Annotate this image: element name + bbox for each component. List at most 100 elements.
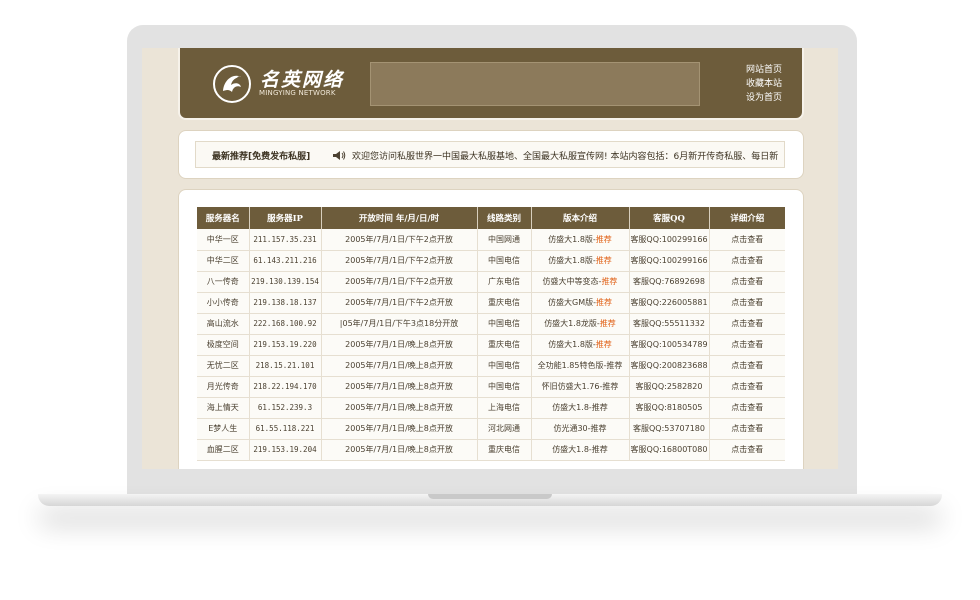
service-qq-cell: 客服QQ:100534789 [629, 334, 710, 356]
version-text: 仿盛大1.8龙版- [544, 319, 600, 328]
detail-link-cell[interactable]: 点击查看 [709, 271, 785, 293]
table-row: 中华二区 61.143.211.216 2005年/7月/1日/下午2点开放 中国电信… [197, 250, 785, 272]
detail-link-cell[interactable]: 点击查看 [709, 334, 785, 356]
line-type-cell: 中国电信 [477, 313, 532, 335]
detail-link-cell[interactable]: 点击查看 [709, 355, 785, 377]
server-name-cell: 中华二区 [197, 250, 250, 272]
recommend-tag: 推荐 [596, 298, 612, 307]
col-header-name: 服务器名 [197, 207, 250, 229]
version-text: 仿盛大1.8版- [548, 256, 596, 265]
detail-link-cell[interactable]: 点击查看 [709, 418, 785, 440]
server-name-cell: 极度空间 [197, 334, 250, 356]
version-cell: 仿盛大1.8-推荐 [531, 439, 630, 461]
server-name-cell: 高山流水 [197, 313, 250, 335]
open-time-cell: 2005年/7月/1日/下午2点开放 [321, 229, 478, 251]
version-text: 仿光通30-推荐 [553, 424, 607, 433]
line-type-cell: 中国网通 [477, 229, 532, 251]
server-name-cell: 八一传奇 [197, 271, 250, 293]
server-ip-cell: 61.143.211.216 [249, 250, 322, 272]
open-time-cell: 2005年/7月/1日/晚上8点开放 [321, 418, 478, 440]
version-cell: 仿盛大中等变态-推荐 [531, 271, 630, 293]
open-time-cell: 2005年/7月/1日/晚上8点开放 [321, 439, 478, 461]
phoenix-logo-icon [213, 65, 251, 103]
recommend-tag: 推荐 [595, 256, 612, 265]
site-header: 名英网络 MINGYING NETWORK 网站首页 收藏本站 设为首页 [178, 48, 804, 120]
notice-marquee-text: 欢迎您访问私服世界一中国最大私服基地、全国最大私服宣传网! 本站内容包括：6月新… [352, 152, 779, 162]
line-type-cell: 重庆电信 [477, 334, 532, 356]
service-qq-cell: 客服QQ:55511332 [629, 313, 710, 335]
col-header-detail: 详细介绍 [709, 207, 785, 229]
server-list-panel: 服务器名 服务器IP 开放时间 年/月/日/时 线路类别 版本介绍 客服QQ 详… [178, 189, 804, 469]
col-header-ip: 服务器IP [249, 207, 322, 229]
recommend-tag: 推荐 [601, 277, 618, 286]
set-homepage-link[interactable]: 设为首页 [746, 91, 782, 105]
open-time-cell: 2005年/7月/1日/下午2点开放 [321, 271, 478, 293]
service-qq-cell: 客服QQ:53707180 [629, 418, 710, 440]
table-row: 月光传奇 218.22.194.170 2005年/7月/1日/晚上8点开放 中国电信… [197, 376, 785, 398]
home-link[interactable]: 网站首页 [746, 63, 782, 77]
notice-panel: 最新推荐[免费发布私服] 欢迎您访问私服世界一中国最大私服基地、全国最大私服宣传… [178, 130, 804, 179]
table-row: 八一传奇 219.130.139.154 2005年/7月/1日/下午2点开放 广东电… [197, 271, 785, 293]
line-type-cell: 中国电信 [477, 355, 532, 377]
detail-link-cell[interactable]: 点击查看 [709, 229, 785, 251]
version-text: 仿盛大GM版- [548, 298, 596, 307]
service-qq-cell: 客服QQ:226005881 [629, 292, 710, 314]
server-ip-cell: 219.130.139.154 [249, 271, 322, 293]
server-name-cell: 海上情天 [197, 397, 250, 419]
screen: 名英网络 MINGYING NETWORK 网站首页 收藏本站 设为首页 最新推… [142, 48, 838, 469]
server-name-cell: 月光传奇 [197, 376, 250, 398]
server-ip-cell: 222.168.100.92 [249, 313, 322, 335]
open-time-cell: 2005年/7月/1日/下午2点开放 [321, 292, 478, 314]
server-name-cell: E梦人生 [197, 418, 250, 440]
detail-link-cell[interactable]: 点击查看 [709, 313, 785, 335]
col-header-qq: 客服QQ [629, 207, 710, 229]
open-time-cell: 2005年/7月/1日/晚上8点开放 [321, 355, 478, 377]
server-ip-cell: 218.22.194.170 [249, 376, 322, 398]
table-row: 无忧二区 218.15.21.101 2005年/7月/1日/晚上8点开放 中国电信全… [197, 355, 785, 377]
version-text: 仿盛大1.8版- [548, 234, 596, 244]
line-type-cell: 河北网通 [477, 418, 532, 440]
version-text: 怀旧仿盛大1.76-推荐 [541, 382, 619, 391]
service-qq-cell: 客服QQ:2582820 [629, 376, 710, 398]
table-row: 血腥二区 219.153.19.204 2005年/7月/1日/晚上8点开放 重庆电信… [197, 439, 785, 461]
notice-title[interactable]: 最新推荐[免费发布私服] [212, 149, 310, 162]
detail-link-cell[interactable]: 点击查看 [709, 250, 785, 272]
detail-link-cell[interactable]: 点击查看 [709, 292, 785, 314]
line-type-cell: 上海电信 [477, 397, 532, 419]
version-cell: 怀旧仿盛大1.76-推荐 [531, 376, 630, 398]
version-cell: 仿盛大1.8版-推荐 [531, 229, 630, 251]
service-qq-cell: 客服QQ:76892698 [629, 271, 710, 293]
service-qq-cell: 客服QQ:8180505 [629, 397, 710, 419]
speaker-icon [333, 151, 346, 160]
version-text: 全功能1.85特色版-推荐 [537, 361, 623, 370]
service-qq-cell: 客服QQ:100299166 [629, 250, 710, 272]
table-header-row: 服务器名 服务器IP 开放时间 年/月/日/时 线路类别 版本介绍 客服QQ 详… [197, 207, 785, 229]
col-header-time: 开放时间 年/月/日/时 [321, 207, 478, 229]
line-type-cell: 中国电信 [477, 376, 532, 398]
server-table-body: 中华一区 211.157.35.231 2005年/7月/1日/下午2点开放 中国网通… [197, 229, 785, 461]
brand-subtitle: MINGYING NETWORK [259, 89, 336, 97]
version-cell: 仿盛大1.8版-推荐 [531, 334, 630, 356]
open-time-cell: 2005年/7月/1日/晚上8点开放 [321, 397, 478, 419]
detail-link-cell[interactable]: 点击查看 [709, 376, 785, 398]
detail-link-cell[interactable]: 点击查看 [709, 439, 785, 461]
header-links: 网站首页 收藏本站 设为首页 [746, 63, 782, 105]
server-name-cell: 小小传奇 [197, 292, 250, 314]
recommend-tag: 推荐 [595, 234, 612, 244]
table-row: 小小传奇 219.138.18.137 2005年/7月/1日/下午2点开放 重庆电信… [197, 292, 785, 314]
line-type-cell: 广东电信 [477, 271, 532, 293]
server-name-cell: 无忧二区 [197, 355, 250, 377]
service-qq-cell: 客服QQ:100299166 [629, 229, 710, 251]
open-time-cell: 2005年/7月/1日/晚上8点开放 [321, 376, 478, 398]
version-cell: 全功能1.85特色版-推荐 [531, 355, 630, 377]
line-type-cell: 中国电信 [477, 250, 532, 272]
version-cell: 仿盛大1.8龙版-推荐 [531, 313, 630, 335]
detail-link-cell[interactable]: 点击查看 [709, 397, 785, 419]
version-cell: 仿光通30-推荐 [531, 418, 630, 440]
server-ip-cell: 219.153.19.220 [249, 334, 322, 356]
server-name-cell: 血腥二区 [197, 439, 250, 461]
banner-placeholder [370, 62, 700, 106]
bookmark-link[interactable]: 收藏本站 [746, 77, 782, 91]
server-ip-cell: 219.153.19.204 [249, 439, 322, 461]
open-time-cell: |05年/7月/1日/下午3点18分开放 [321, 313, 478, 335]
